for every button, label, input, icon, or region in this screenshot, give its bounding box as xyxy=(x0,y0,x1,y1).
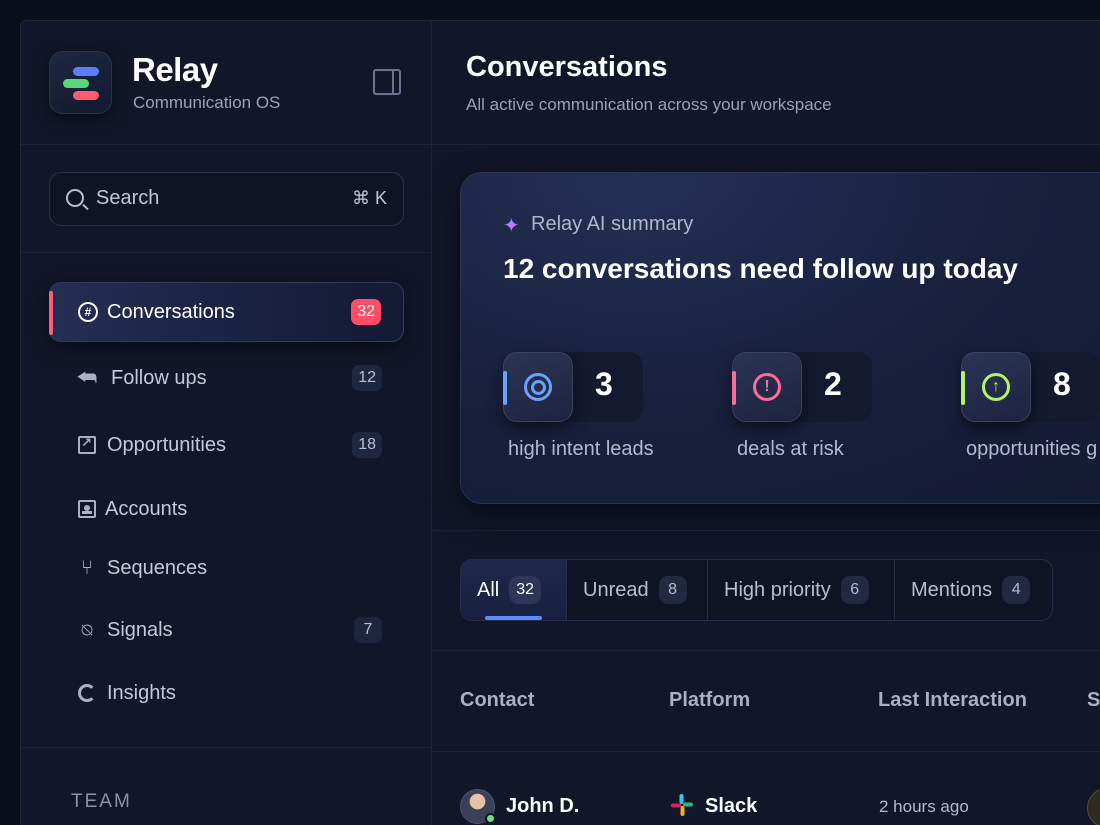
page-subtitle: All active communication across your wor… xyxy=(466,95,832,114)
platform-name: Slack xyxy=(705,795,758,817)
reply-icon: ⮪ xyxy=(76,365,98,390)
sidebar-item-label: Follow ups xyxy=(111,366,207,389)
table-header: Contact Platform Last Interaction S xyxy=(432,651,1100,752)
count-badge: 12 xyxy=(352,365,382,391)
search-icon xyxy=(66,189,84,207)
tab-label: High priority xyxy=(724,578,831,601)
stat-value: 3 xyxy=(595,366,613,402)
brand-name: Relay xyxy=(132,51,218,88)
stat-label: deals at risk xyxy=(737,438,844,460)
search-input[interactable]: Search ⌘ K xyxy=(49,172,404,226)
filter-tabs-section: All 32 Unread 8 High priority 6 Mentions… xyxy=(432,531,1100,651)
sidebar-item-label: Opportunities xyxy=(107,433,226,456)
sidebar-collapse-icon[interactable] xyxy=(373,69,401,95)
count-badge: 7 xyxy=(354,617,382,643)
count-badge: 18 xyxy=(352,432,382,458)
stat-icon-box xyxy=(503,352,573,422)
chat-hash-icon: # xyxy=(78,302,98,322)
count-badge: 32 xyxy=(351,299,381,325)
sidebar-item-opportunities[interactable]: Opportunities 18 xyxy=(49,415,404,475)
search-placeholder: Search xyxy=(96,187,160,209)
brand-header: Relay Communication OS xyxy=(21,21,432,145)
sidebar-item-insights[interactable]: Insights xyxy=(49,663,404,723)
tab-high-priority[interactable]: High priority 6 xyxy=(708,560,895,620)
alert-icon: ! xyxy=(753,373,781,401)
sidebar-item-sequences[interactable]: ⑂ Sequences xyxy=(49,538,404,598)
pie-ring-icon xyxy=(77,683,97,703)
column-header-contact[interactable]: Contact xyxy=(460,689,534,712)
page-title: Conversations xyxy=(466,51,668,83)
ai-summary-card: ✦ Relay AI summary 12 conversations need… xyxy=(460,172,1100,504)
search-section: Search ⌘ K xyxy=(21,145,432,253)
branch-icon: ⑂ xyxy=(81,556,93,579)
signal-icon: ⍉ xyxy=(81,619,93,640)
contact-card-icon xyxy=(77,499,97,519)
target-icon xyxy=(524,373,552,401)
stat-label: opportunities g xyxy=(966,438,1098,460)
sidebar-item-signals[interactable]: ⍉ Signals 7 xyxy=(49,600,404,660)
tab-count: 32 xyxy=(509,576,542,604)
sidebar-nav: # Conversations 32 ⮪ Follow ups 12 Oppor… xyxy=(21,253,432,748)
team-section-label: TEAM xyxy=(71,791,132,812)
sidebar-item-conversations[interactable]: # Conversations 32 xyxy=(49,282,404,342)
sidebar-item-label: Sequences xyxy=(107,556,208,579)
ai-summary-section: ✦ Relay AI summary 12 conversations need… xyxy=(432,145,1100,531)
tab-label: All xyxy=(477,578,500,601)
filter-tabs: All 32 Unread 8 High priority 6 Mentions… xyxy=(460,559,1053,621)
search-shortcut: ⌘ K xyxy=(351,188,387,208)
page-header: Conversations All active communication a… xyxy=(432,21,1100,145)
tab-count: 8 xyxy=(658,576,687,604)
tab-all[interactable]: All 32 xyxy=(461,560,567,620)
tab-label: Unread xyxy=(583,578,649,601)
sparkle-icon: ✦ xyxy=(503,215,520,237)
status-indicator xyxy=(1087,788,1100,825)
sidebar-item-label: Conversations xyxy=(107,300,235,323)
stat-label: high intent leads xyxy=(508,438,654,460)
sidebar-item-label: Signals xyxy=(107,618,173,641)
stat-value: 2 xyxy=(824,366,842,402)
arrow-up-right-box-icon xyxy=(77,435,97,455)
last-interaction-time: 2 hours ago xyxy=(879,797,969,816)
tab-mentions[interactable]: Mentions 4 xyxy=(895,560,1052,620)
tab-unread[interactable]: Unread 8 xyxy=(567,560,708,620)
sidebar-item-follow-ups[interactable]: ⮪ Follow ups 12 xyxy=(49,348,404,408)
sidebar-item-label: Insights xyxy=(107,681,176,704)
brand-subtitle: Communication OS xyxy=(133,93,281,112)
relay-logo-icon xyxy=(49,51,112,114)
ai-summary-kicker: Relay AI summary xyxy=(531,213,694,235)
sidebar-item-label: Accounts xyxy=(105,497,188,520)
app-window: Relay Communication OS Search ⌘ K # Conv… xyxy=(20,20,1100,825)
column-header-platform[interactable]: Platform xyxy=(669,689,750,712)
tab-count: 4 xyxy=(1002,576,1031,604)
sidebar-item-accounts[interactable]: Accounts xyxy=(49,479,404,539)
tab-label: Mentions xyxy=(911,578,993,601)
stat-icon-box: ! xyxy=(732,352,802,422)
main-content: Conversations All active communication a… xyxy=(432,21,1100,825)
slack-icon xyxy=(671,794,693,816)
table-row[interactable]: John D. Slack 2 hours ago xyxy=(432,752,1100,825)
ai-summary-headline: 12 conversations need follow up today xyxy=(503,253,1018,284)
stat-icon-box: ↑ xyxy=(961,352,1031,422)
tab-count: 6 xyxy=(840,576,869,604)
contact-name: John D. xyxy=(506,795,580,817)
column-header-status[interactable]: S xyxy=(1087,689,1100,712)
arrow-up-circle-icon: ↑ xyxy=(982,373,1010,401)
sidebar: Relay Communication OS Search ⌘ K # Conv… xyxy=(21,21,432,825)
online-status-dot xyxy=(485,813,496,824)
stat-value: 8 xyxy=(1053,366,1071,402)
column-header-last-interaction[interactable]: Last Interaction xyxy=(878,689,1027,712)
